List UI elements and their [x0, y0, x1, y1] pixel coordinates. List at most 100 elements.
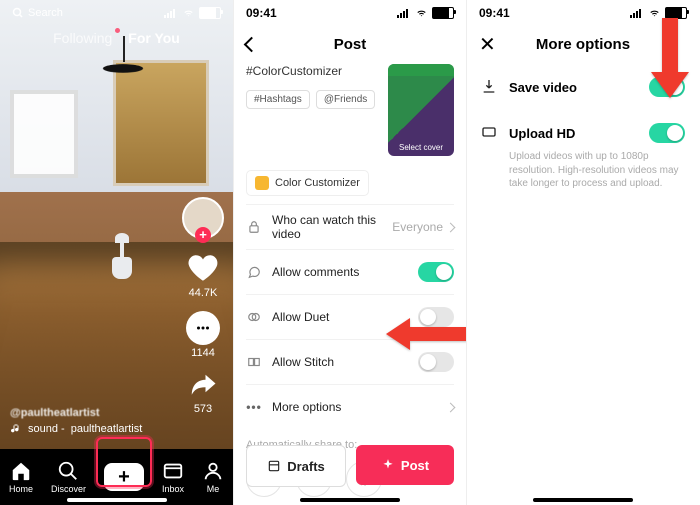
toggle-allow-comments[interactable]: [418, 262, 454, 282]
sound-prefix: sound -: [28, 423, 65, 435]
toggle-allow-stitch[interactable]: [418, 352, 454, 372]
who-label: Who can watch this video: [272, 213, 382, 241]
wifi-icon: [415, 8, 428, 18]
chip-hashtags[interactable]: #Hashtags: [246, 90, 310, 109]
close-icon: ✕: [479, 32, 496, 57]
nav-me[interactable]: Me: [202, 460, 224, 494]
lock-icon: [246, 219, 262, 235]
sound-link[interactable]: sound - paultheatlartist: [10, 423, 142, 435]
chevron-right-icon: [446, 222, 456, 232]
hd-icon: [481, 124, 497, 143]
inbox-icon: [162, 460, 184, 482]
color-customizer-tag[interactable]: Color Customizer: [246, 170, 369, 196]
more-title: More options: [536, 36, 630, 53]
swatch-icon: [255, 176, 269, 190]
row-who-can-watch[interactable]: Who can watch this video Everyone: [246, 204, 454, 249]
like-button[interactable]: 44.7K: [186, 251, 220, 299]
home-indicator: [300, 498, 400, 502]
home-icon: [10, 460, 32, 482]
wifi-icon: [182, 8, 195, 18]
like-count: 44.7K: [189, 287, 218, 299]
select-cover[interactable]: Select cover: [388, 64, 454, 156]
share-count: 573: [194, 403, 212, 415]
drafts-button[interactable]: Drafts: [246, 445, 346, 487]
nav-inbox[interactable]: Inbox: [162, 460, 184, 494]
highlight-box-icon: [96, 437, 152, 487]
search-icon: [57, 460, 79, 482]
more-options-label: More options: [272, 400, 437, 414]
nav-create[interactable]: +: [104, 463, 144, 491]
status-bar: 09:41: [234, 0, 466, 26]
row-more-options[interactable]: ••• More options: [246, 384, 454, 429]
chip-friends[interactable]: @Friends: [316, 90, 376, 109]
back-button[interactable]: [246, 26, 257, 62]
search-link[interactable]: Search: [12, 7, 63, 19]
wifi-icon: [648, 8, 661, 18]
phone-post: 09:41 Post #ColorCustomizer #Hashtags @F…: [233, 0, 466, 505]
share-icon: [188, 371, 218, 401]
row-allow-comments: Allow comments: [246, 249, 454, 294]
nav-home[interactable]: Home: [9, 460, 33, 494]
feed-meta: @paultheatlartist sound - paultheatlarti…: [10, 407, 142, 435]
annotation-arrow-icon: [386, 314, 466, 354]
battery-icon: [432, 7, 454, 19]
download-icon: [481, 78, 497, 97]
cover-label: Select cover: [399, 143, 443, 152]
comment-count: 1144: [191, 347, 215, 359]
signal-icon: [397, 8, 411, 18]
post-header: Post: [234, 26, 466, 62]
status-time: 09:41: [246, 6, 277, 20]
color-customizer-label: Color Customizer: [275, 177, 360, 189]
stitch-icon: [246, 354, 262, 370]
username[interactable]: @paultheatlartist: [10, 407, 142, 419]
allow-stitch-label: Allow Stitch: [272, 355, 408, 369]
home-indicator: [67, 498, 167, 502]
feed-tabs: Following For You: [0, 30, 233, 46]
comment-icon: [246, 264, 262, 280]
who-value: Everyone: [392, 220, 443, 234]
sparkle-icon: [381, 458, 395, 472]
chevron-right-icon: [446, 402, 456, 412]
search-label: Search: [28, 7, 63, 19]
tab-following[interactable]: Following: [53, 30, 112, 46]
sound-artist: paultheatlartist: [71, 423, 143, 435]
upload-hd-label: Upload HD: [509, 126, 637, 141]
chevron-left-icon: [244, 36, 260, 52]
signal-icon: [630, 8, 644, 18]
duet-icon: [246, 309, 262, 325]
home-indicator: [533, 498, 633, 502]
drafts-label: Drafts: [287, 459, 325, 474]
tab-for-you[interactable]: For You: [128, 30, 180, 46]
comment-button[interactable]: 1144: [186, 311, 220, 359]
notification-dot-icon: [115, 28, 120, 33]
follow-plus-icon[interactable]: +: [195, 227, 211, 243]
drafts-icon: [267, 459, 281, 473]
author-avatar[interactable]: +: [182, 197, 224, 239]
nav-discover[interactable]: Discover: [51, 460, 86, 494]
caption-text: #ColorCustomizer: [246, 64, 342, 78]
profile-icon: [202, 460, 224, 482]
heart-icon: [186, 251, 220, 285]
status-bar: Search: [0, 0, 233, 26]
close-button[interactable]: ✕: [479, 26, 496, 62]
comment-icon: [186, 311, 220, 345]
action-rail: + 44.7K 1144 573: [179, 197, 227, 415]
caption-field[interactable]: #ColorCustomizer #Hashtags @Friends: [246, 64, 378, 156]
battery-icon: [199, 7, 221, 19]
allow-comments-label: Allow comments: [272, 265, 408, 279]
post-title: Post: [334, 36, 367, 53]
status-time: 09:41: [479, 6, 510, 20]
phone-more-options: 09:41 ✕ More options Save video: [466, 0, 699, 505]
save-video-label: Save video: [509, 80, 637, 95]
post-button[interactable]: Post: [356, 445, 454, 485]
phone-feed: Search Following For You + 44.7K: [0, 0, 233, 505]
share-button[interactable]: 573: [188, 371, 218, 415]
music-note-icon: [10, 423, 22, 435]
annotation-arrow-icon: [647, 18, 693, 98]
more-icon: •••: [246, 399, 262, 415]
signal-icon: [164, 8, 178, 18]
post-label: Post: [401, 458, 429, 473]
toggle-upload-hd[interactable]: [649, 123, 685, 143]
avatar: +: [182, 197, 224, 239]
upload-hd-description: Upload videos with up to 1080p resolutio…: [481, 150, 685, 191]
